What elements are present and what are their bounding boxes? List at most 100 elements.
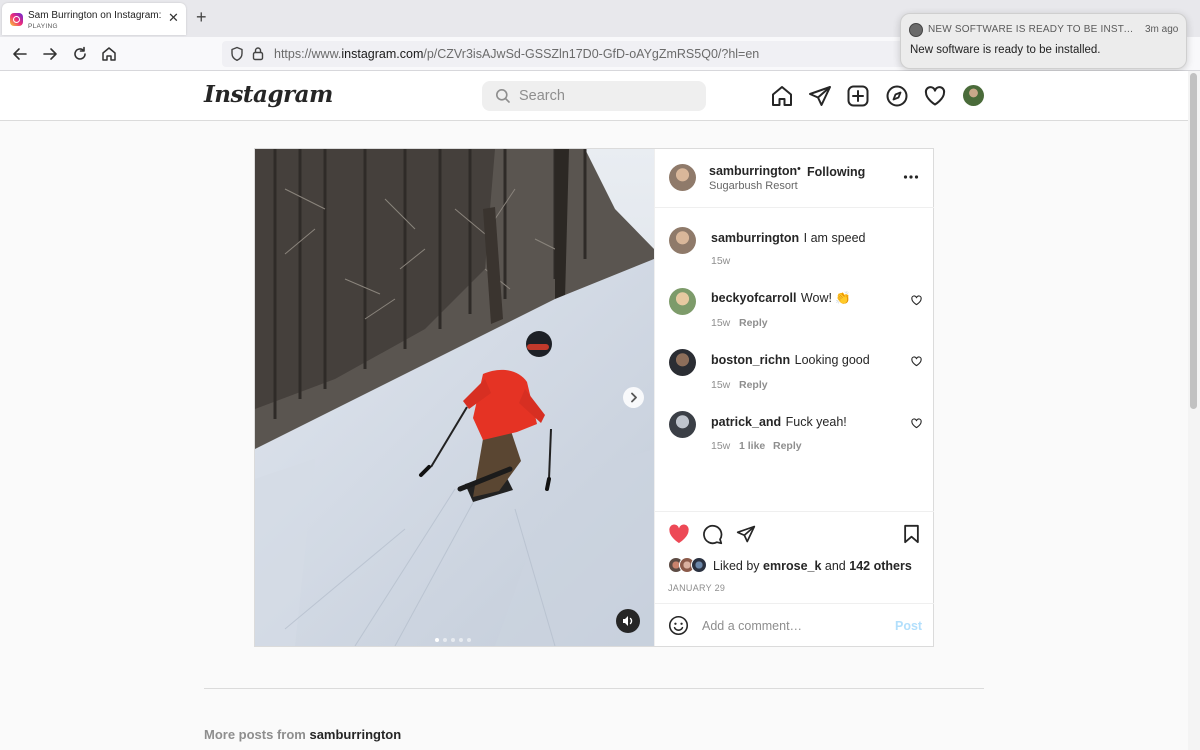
post-comment-button[interactable]: Post	[895, 619, 922, 633]
mute-button[interactable]	[616, 609, 640, 633]
volume-icon	[623, 616, 633, 626]
comment-username[interactable]: boston_richn	[711, 353, 790, 367]
liked-by-user[interactable]: emrose_k	[763, 559, 821, 573]
caption-text: I am speed	[803, 231, 866, 245]
header-separator: •	[797, 163, 801, 175]
more-posts-user[interactable]: samburrington	[309, 727, 401, 742]
emoji-icon[interactable]	[668, 615, 689, 636]
comment-reply-button[interactable]: Reply	[773, 440, 802, 452]
comment-username[interactable]: patrick_and	[711, 415, 781, 429]
home-icon[interactable]	[770, 84, 794, 108]
carousel-next-button[interactable]	[623, 387, 644, 408]
post-date[interactable]: JANUARY 29	[668, 583, 725, 593]
author-avatar[interactable]	[669, 164, 696, 191]
comment-username[interactable]: beckyofcarroll	[711, 291, 796, 305]
caption-age: 15w	[711, 255, 731, 267]
comment-age: 15w	[711, 379, 731, 391]
new-post-icon[interactable]	[846, 84, 870, 108]
comment-age: 15w	[711, 317, 731, 329]
post-sidebar: samburrington • Following Sugarbush Reso…	[654, 149, 934, 646]
url-bar[interactable]: https://www.instagram.com/p/CZVr3isAJwSd…	[222, 41, 922, 67]
carousel-dot-active	[435, 638, 439, 642]
liked-by-prefix: Liked by	[713, 559, 760, 573]
post-card: samburrington • Following Sugarbush Reso…	[254, 148, 934, 647]
caption-avatar[interactable]	[669, 227, 696, 254]
url-text: https://www.instagram.com/p/CZVr3isAJwSd…	[274, 47, 759, 61]
url-path: /p/CZVr3isAJwSd-GSSZln17D0-GfD-oAYgZmRS5…	[423, 47, 760, 61]
liked-by-avatars[interactable]	[668, 557, 712, 575]
carousel-indicator	[435, 629, 475, 646]
chevron-right-icon	[631, 392, 637, 403]
activity-heart-icon[interactable]	[923, 84, 947, 108]
shield-icon[interactable]	[230, 46, 244, 62]
instagram-logo[interactable]: Instagram	[204, 81, 333, 108]
share-icon[interactable]	[736, 524, 756, 544]
new-tab-icon[interactable]: +	[196, 8, 207, 26]
notification-body: New software is ready to be installed.	[910, 44, 1101, 56]
direct-icon[interactable]	[808, 84, 832, 108]
liked-by-text: Liked by emrose_k and 142 others	[713, 559, 912, 573]
comment-like-heart-icon[interactable]	[911, 356, 922, 367]
more-options-icon[interactable]	[903, 174, 919, 180]
close-tab-icon[interactable]: ✕	[168, 11, 179, 25]
browser-tab[interactable]: Sam Burrington on Instagram: "I am speed…	[2, 3, 186, 35]
comment-reply-button[interactable]: Reply	[739, 317, 768, 329]
home-icon[interactable]	[100, 45, 118, 63]
more-posts-prefix: More posts from	[204, 727, 306, 742]
add-comment-bar: Add a comment… Post	[655, 603, 934, 646]
tab-title: Sam Burrington on Instagram: "I am speed…	[28, 10, 164, 21]
system-notification[interactable]: NEW SOFTWARE IS READY TO BE INSTALLED 3m…	[900, 13, 1187, 69]
comment-text: Wow! 👏	[800, 291, 851, 305]
carousel-dot	[443, 638, 447, 642]
carousel-dot	[451, 638, 455, 642]
comment-age: 15w	[711, 440, 731, 452]
url-domain: instagram.com	[341, 47, 424, 61]
comment-like-heart-icon[interactable]	[911, 295, 922, 306]
search-input[interactable]: Search	[482, 81, 706, 111]
comment-body: boston_richn Looking good	[711, 351, 870, 369]
more-posts-heading: More posts from samburrington	[204, 727, 401, 742]
comment-input[interactable]: Add a comment…	[702, 619, 802, 633]
instagram-header: Instagram Search	[0, 71, 1188, 121]
search-placeholder: Search	[519, 88, 565, 104]
search-icon	[496, 89, 510, 103]
following-button[interactable]: Following	[807, 165, 865, 179]
post-header: samburrington • Following Sugarbush Reso…	[655, 149, 934, 208]
caption-username[interactable]: samburrington	[711, 231, 799, 245]
liker-avatar	[691, 557, 707, 573]
save-icon[interactable]	[903, 524, 920, 544]
tab-status: PLAYING	[28, 23, 58, 30]
comment-avatar[interactable]	[669, 349, 696, 376]
instagram-favicon-icon	[10, 13, 23, 26]
carousel-dot	[467, 638, 471, 642]
liked-by-others[interactable]: 142 others	[849, 559, 912, 573]
post-location[interactable]: Sugarbush Resort	[709, 180, 798, 192]
comment-avatar[interactable]	[669, 288, 696, 315]
post-actions: Liked by emrose_k and 142 others JANUARY…	[655, 511, 934, 603]
post-video[interactable]	[255, 149, 654, 646]
section-divider	[204, 688, 984, 689]
scrollbar-thumb[interactable]	[1190, 73, 1197, 409]
notification-title: NEW SOFTWARE IS READY TO BE INSTALLED	[928, 24, 1136, 35]
comment-like-heart-icon[interactable]	[911, 418, 922, 429]
back-icon[interactable]	[11, 45, 29, 63]
comment-icon[interactable]	[702, 524, 723, 545]
comment-avatar[interactable]	[669, 411, 696, 438]
liked-by-and: and	[824, 559, 846, 573]
comment-body: beckyofcarroll Wow! 👏	[711, 289, 851, 307]
lock-icon[interactable]	[252, 46, 264, 61]
author-username[interactable]: samburrington	[709, 164, 797, 178]
software-update-icon	[909, 23, 923, 37]
reload-icon[interactable]	[71, 45, 89, 63]
comment-text: Looking good	[794, 353, 870, 367]
profile-avatar[interactable]	[963, 85, 984, 106]
comment-likes-count[interactable]: 1 like	[739, 440, 765, 452]
comment-body: patrick_and Fuck yeah!	[711, 413, 847, 431]
comment-reply-button[interactable]: Reply	[739, 379, 768, 391]
carousel-dot	[459, 638, 463, 642]
explore-icon[interactable]	[885, 84, 909, 108]
forward-icon[interactable]	[41, 45, 59, 63]
caption: samburrington I am speed	[711, 229, 866, 247]
like-heart-icon[interactable]	[668, 524, 690, 544]
url-prefix: https://www.	[274, 47, 342, 61]
